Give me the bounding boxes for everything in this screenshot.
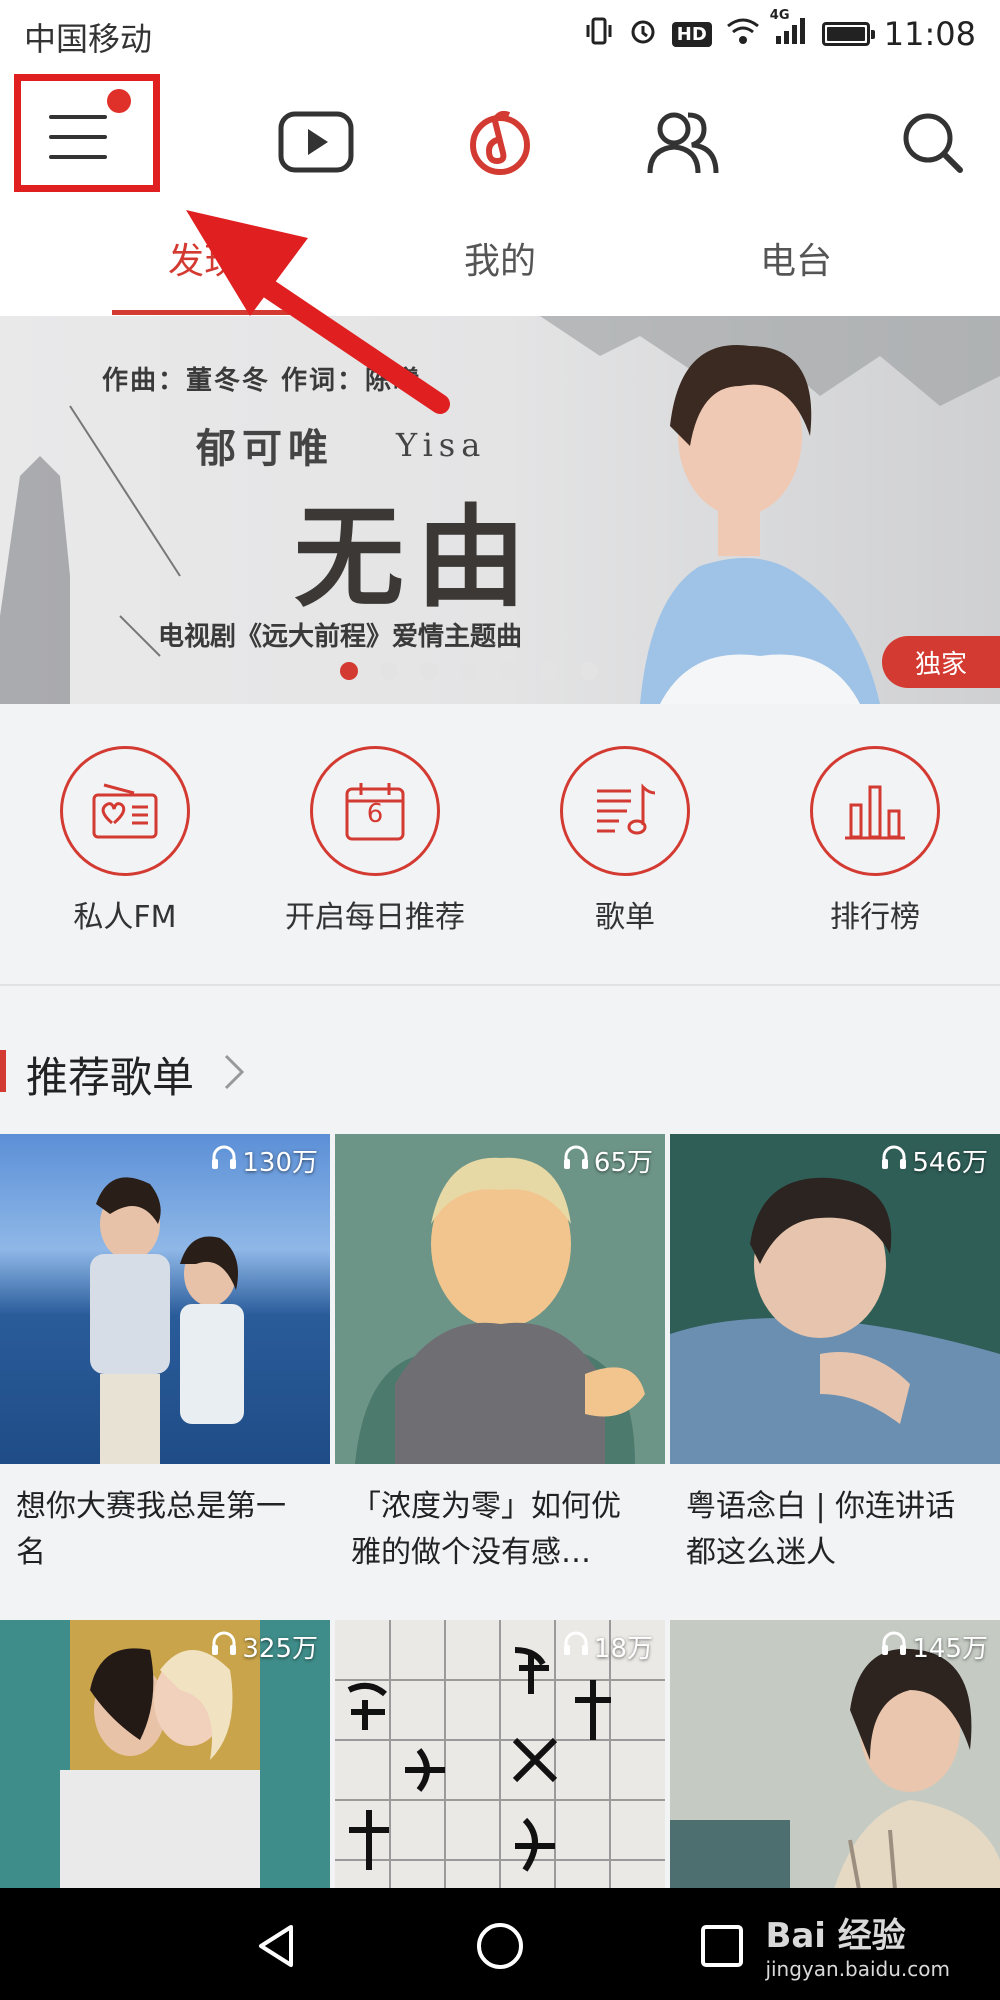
headphones-icon	[880, 1143, 908, 1178]
watermark-main: Bai 经验	[765, 1916, 906, 1956]
quick-entries: 私人FM 6 开启每日推荐 歌单 排行榜	[0, 704, 1000, 986]
play-count-value: 18万	[593, 1634, 653, 1664]
playlist-icon[interactable]	[560, 746, 690, 876]
quick-entry-label: 排行榜	[830, 900, 920, 935]
playlist-title[interactable]: 「浓度为零」如何优雅的做个没有感…	[335, 1484, 665, 1576]
quick-entry-fm[interactable]: 私人FM	[0, 746, 250, 936]
play-count-value: 546万	[912, 1148, 988, 1178]
quick-entry-daily[interactable]: 6 开启每日推荐	[250, 746, 500, 936]
play-count: 325万	[210, 1628, 318, 1665]
quick-entry-playlist[interactable]: 歌单	[500, 746, 750, 936]
chevron-right-icon	[218, 1052, 248, 1096]
playlist-cover[interactable]: 130万	[0, 1134, 330, 1464]
play-count: 65万	[562, 1142, 653, 1179]
carousel-dots	[340, 662, 598, 680]
watermark-sub: jingyan.baidu.com	[765, 1957, 950, 1981]
playlist-card[interactable]: 65万 「浓度为零」如何优雅的做个没有感…	[335, 1134, 665, 1576]
back-icon[interactable]	[246, 1916, 306, 1976]
calendar-day: 6	[366, 799, 384, 829]
play-count: 546万	[880, 1142, 988, 1179]
playlist-title[interactable]: 想你大赛我总是第一名	[0, 1484, 330, 1576]
banner-subtitle: 电视剧《远大前程》爱情主题曲	[158, 622, 523, 652]
section-title: 推荐歌单	[26, 1053, 195, 1102]
radio-icon[interactable]	[60, 746, 190, 876]
baidu-jingyan-watermark: Bai 经验 jingyan.baidu.com	[765, 1908, 950, 1981]
quick-entry-label: 开启每日推荐	[285, 900, 465, 935]
play-count-value: 145万	[912, 1634, 988, 1664]
headphones-icon	[210, 1629, 238, 1664]
play-count-value: 130万	[242, 1148, 318, 1178]
carousel-dot[interactable]	[500, 662, 518, 680]
playlist-cover[interactable]: 546万	[670, 1134, 1000, 1464]
home-icon[interactable]	[470, 1916, 530, 1976]
annotation-arrow	[186, 210, 450, 414]
quick-entry-label: 私人FM	[73, 900, 177, 935]
play-count-value: 325万	[242, 1634, 318, 1664]
calendar-icon[interactable]: 6	[310, 746, 440, 876]
quick-entry-charts[interactable]: 排行榜	[750, 746, 1000, 936]
carousel-dot[interactable]	[420, 662, 438, 680]
headphones-icon	[562, 1629, 590, 1664]
playlist-card[interactable]: 546万 粤语念白 | 你连讲话都这么迷人	[670, 1134, 1000, 1576]
headphones-icon	[562, 1143, 590, 1178]
carousel-dot[interactable]	[340, 662, 358, 680]
chart-icon[interactable]	[810, 746, 940, 876]
carousel-dot[interactable]	[540, 662, 558, 680]
recommended-playlists-header[interactable]: 推荐歌单	[0, 1040, 1000, 1102]
system-nav-bar: Bai 经验 jingyan.baidu.com	[0, 1888, 1000, 2000]
recents-icon[interactable]	[692, 1916, 752, 1976]
playlist-cover[interactable]: 65万	[335, 1134, 665, 1464]
headphones-icon	[880, 1629, 908, 1664]
play-count-value: 65万	[593, 1148, 653, 1178]
play-count: 18万	[562, 1628, 653, 1665]
play-count: 145万	[880, 1628, 988, 1665]
carousel-dot[interactable]	[580, 662, 598, 680]
section-accent-bar	[0, 1050, 6, 1092]
playlist-title[interactable]: 粤语念白 | 你连讲话都这么迷人	[670, 1484, 1000, 1576]
playlist-card[interactable]: 130万 想你大赛我总是第一名	[0, 1134, 330, 1576]
exclusive-badge: 独家	[882, 636, 1000, 688]
carousel-dot[interactable]	[460, 662, 478, 680]
headphones-icon	[210, 1143, 238, 1178]
carousel-dot[interactable]	[380, 662, 398, 680]
quick-entry-label: 歌单	[595, 900, 655, 935]
play-count: 130万	[210, 1142, 318, 1179]
